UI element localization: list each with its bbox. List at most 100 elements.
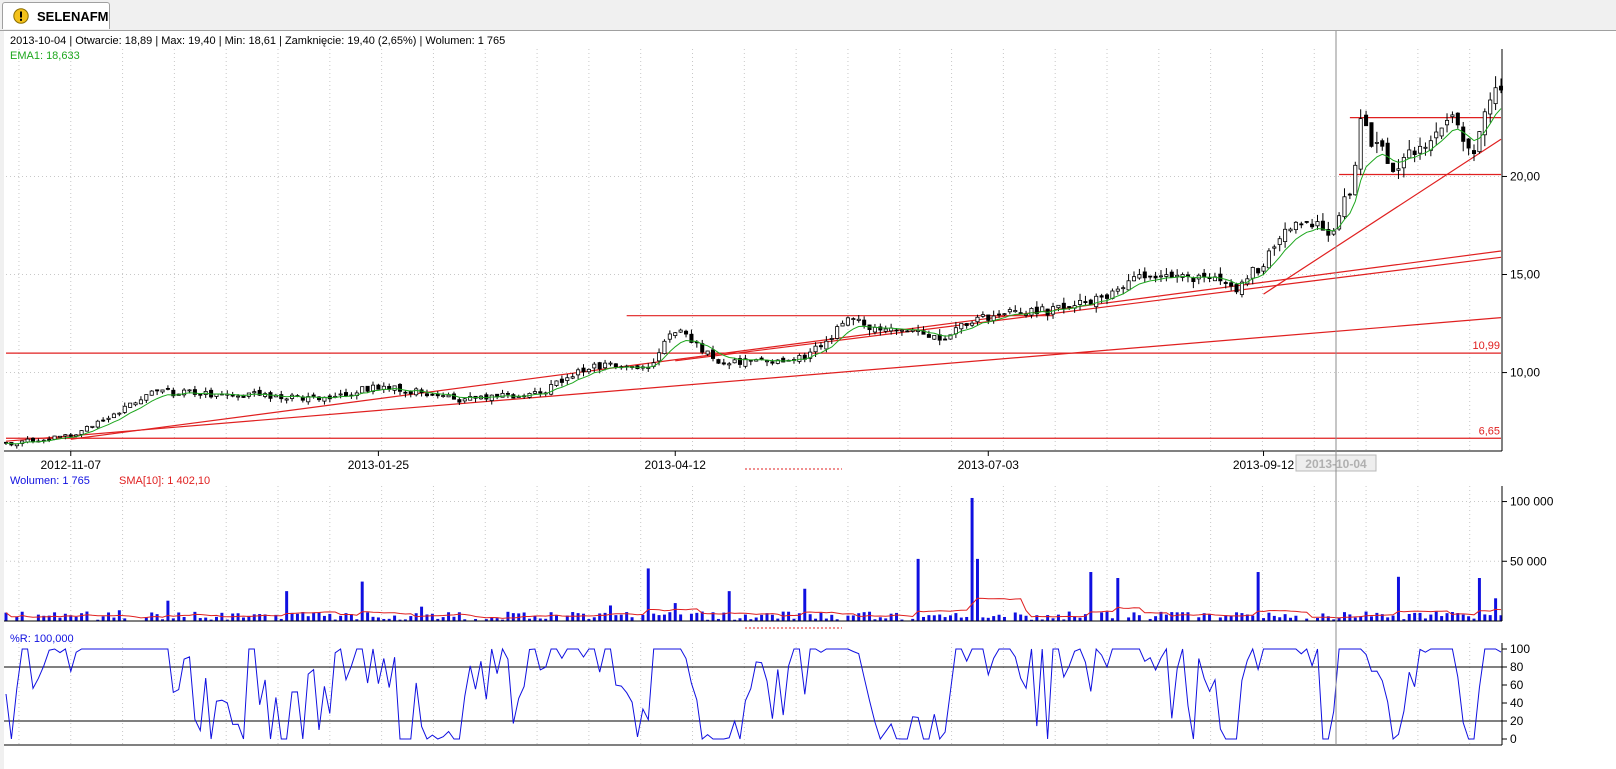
date-tick-label: 2012-11-07 [41,458,102,472]
stock-chart[interactable]: 10,00 15,00 20,00 2013-10-04 | Otwarcie: 1… [4,31,1616,769]
volume-bar [592,617,596,621]
candle-body [63,434,68,437]
candle-body [111,413,116,419]
candle-body [1374,142,1379,144]
volume-bar [107,612,111,621]
volume-bar [819,612,823,621]
volume-bar [679,614,683,621]
volume-bar [339,615,343,621]
candle-body [446,394,451,398]
volume-bar [1164,614,1168,621]
volume-bar [975,558,979,621]
candle-body [424,393,429,397]
candle-body [1115,288,1120,292]
candle-body [376,384,381,390]
candle-body [252,391,257,394]
volume-bar [506,611,510,621]
level-label-10-99: 10,99 [1472,340,1500,352]
williams-r-line [5,647,1502,741]
candle-body [138,399,143,405]
candle-body [84,426,89,432]
volume-bar [112,617,116,621]
volume-bar [857,613,861,621]
price-panel[interactable]: 10,00 15,00 20,00 2013-10-04 | Otwarcie: 1… [4,31,1616,452]
candle-body [1364,114,1369,127]
candle-body [1067,306,1072,308]
candle-body [1104,294,1110,299]
volume-bar [743,614,747,621]
volume-bar [1342,612,1346,621]
williams-tick-label: 40 [1510,696,1524,710]
volume-bar [285,591,289,621]
candle-body [1126,280,1131,291]
candle-body [1169,271,1174,278]
candle-body [1099,295,1104,298]
candle-body [1223,282,1228,284]
candle-body [1261,266,1266,272]
ema-label: EMA1: 18,633 [10,50,80,62]
volume-bar [290,612,294,621]
candle-body [1013,310,1018,313]
candle-body [549,384,554,395]
candle-body [47,438,52,441]
price-tick-label: 20,00 [1510,169,1540,183]
candle-body [343,392,349,397]
volume-bar [1461,614,1465,621]
candle-body [1396,168,1401,171]
volume-bar [1100,612,1104,621]
candle-body [894,329,899,332]
candle-body [117,412,122,415]
date-tick-label: 2013-07-03 [958,458,1020,472]
price-tick-label: 15,00 [1510,268,1540,282]
candle-body [1029,308,1034,316]
candle-body [586,368,591,373]
volume-bar [1278,617,1282,621]
volume-tick-label: 100 000 [1510,495,1554,509]
candle-body [732,359,737,364]
candle-body [1250,267,1255,279]
volume-bar [889,613,893,621]
volume-bar [668,612,672,621]
williams-panel[interactable]: 0 20 40 60 80 100 %R: 100,000 [4,633,1530,746]
volume-bar [1283,614,1287,621]
candle-body [1277,238,1282,246]
volume-bar [258,614,262,621]
candle-body [90,425,95,428]
candle-body [1471,150,1477,155]
volume-bar [328,613,332,621]
volume-bar [949,615,952,621]
candle-body [1256,268,1261,274]
candle-body [1385,142,1390,164]
williams-grid [4,643,1502,745]
volume-tick-label: 50 000 [1510,554,1547,568]
candle-body [1407,149,1412,159]
volume-bar [652,613,656,621]
volume-bar [101,616,105,621]
volume-bar [441,617,445,621]
candle-body [721,362,726,365]
candle-body [408,391,413,395]
volume-bar [954,613,958,621]
candle-body [484,394,489,400]
candle-body [187,389,192,392]
candle-body [603,362,608,369]
volume-bar [760,614,764,621]
volume-bar [1267,612,1271,621]
volume-bar [430,613,434,621]
volume-bar [992,616,996,621]
volume-bar [662,614,666,621]
candle-body [1304,221,1309,223]
volume-bar [1197,617,1201,621]
candle-body [79,430,84,435]
volume-bar [295,613,299,621]
candle-body [570,376,575,379]
candle-body [133,402,138,406]
candle-body [964,323,969,326]
tab-label: SELENAFM [37,9,109,24]
volume-bar [393,615,397,621]
candle-body [1439,127,1444,137]
tab-selenafm[interactable]: SELENAFM [2,2,110,29]
volume-bar [803,588,807,621]
volume-panel[interactable]: 50 000 100 000 Wolumen: 1 765 SMA[10]: 1 … [4,475,1554,622]
volume-bar [360,581,364,621]
